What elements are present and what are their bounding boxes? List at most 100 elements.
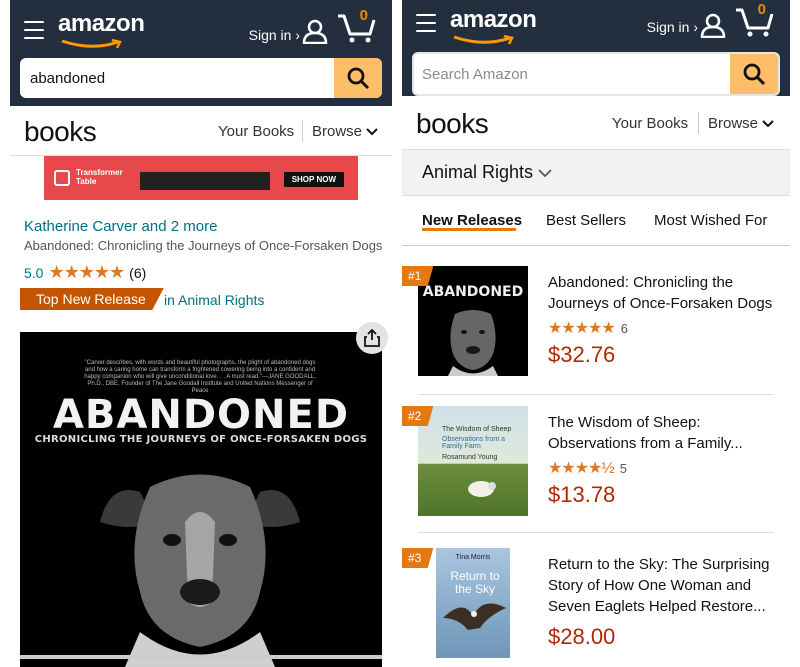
user-icon[interactable] bbox=[700, 12, 726, 38]
book-cover-image[interactable]: "Carver describes, with words and beauti… bbox=[20, 332, 382, 667]
thumb-title: The Wisdom of Sheep bbox=[442, 426, 512, 433]
header: amazon Sign in › 0 Search Amazon bbox=[402, 0, 790, 96]
divider bbox=[698, 112, 699, 134]
right-screen: amazon Sign in › 0 Search Amazon books Y… bbox=[402, 0, 790, 667]
search-button[interactable] bbox=[730, 54, 778, 94]
browse-label: Browse bbox=[312, 123, 363, 140]
chevron-down-icon bbox=[762, 120, 774, 128]
item-title[interactable]: Abandoned: Chronicling the Journeys of O… bbox=[548, 272, 778, 314]
item-price: $13.78 bbox=[548, 482, 616, 507]
review-count: (6) bbox=[129, 264, 147, 281]
browse-dropdown[interactable]: Browse bbox=[708, 115, 774, 132]
rank-badge: #3 bbox=[402, 548, 434, 568]
book-thumbnail[interactable]: ABANDONED bbox=[418, 266, 528, 376]
cover-quote: "Carver describes, with words and beauti… bbox=[84, 360, 316, 394]
active-tab-indicator bbox=[422, 228, 516, 231]
search-input[interactable]: Search Amazon bbox=[422, 66, 528, 83]
logo-text: amazon bbox=[58, 10, 145, 37]
list-tabs: New Releases Best Sellers Most Wished Fo… bbox=[402, 196, 790, 246]
cart-count: 0 bbox=[757, 1, 766, 18]
search-button[interactable] bbox=[334, 58, 382, 98]
tab-most-wished-for[interactable]: Most Wished For bbox=[654, 212, 767, 229]
item-price: $28.00 bbox=[548, 624, 616, 649]
amazon-logo[interactable]: amazon bbox=[58, 10, 145, 49]
search-bar[interactable]: Search Amazon bbox=[412, 52, 780, 96]
divider bbox=[418, 532, 774, 533]
user-icon[interactable] bbox=[302, 18, 328, 44]
list-item[interactable]: #3 Tina Morris Return to the Sky Return … bbox=[402, 548, 790, 667]
search-icon bbox=[743, 63, 766, 86]
divider bbox=[302, 120, 303, 142]
browse-dropdown[interactable]: Browse bbox=[312, 123, 378, 140]
smile-icon bbox=[61, 39, 122, 49]
book-thumbnail[interactable]: Tina Morris Return to the Sky bbox=[436, 548, 510, 658]
tab-new-releases[interactable]: New Releases bbox=[422, 212, 522, 229]
shop-now-button[interactable]: SHOP NOW bbox=[283, 172, 344, 187]
smile-icon bbox=[453, 35, 514, 45]
left-screen: amazon Sign in › 0 abandoned books Your … bbox=[10, 0, 392, 667]
top-new-release-badge: Top New Release bbox=[20, 288, 164, 310]
search-input[interactable]: abandoned bbox=[30, 70, 105, 87]
item-rating[interactable]: ★★★★★ 6 bbox=[548, 318, 628, 338]
book-title: Abandoned: Chronicling the Journeys of O… bbox=[24, 238, 383, 253]
star-rating: ★★★★½ bbox=[548, 460, 615, 477]
thumb-subtitle: Observations from a Family Farm bbox=[442, 436, 506, 450]
rating-row[interactable]: 5.0 ★★★★★ (6) bbox=[24, 262, 146, 283]
review-count: 6 bbox=[620, 320, 628, 336]
share-button[interactable] bbox=[356, 322, 388, 354]
item-title[interactable]: The Wisdom of Sheep: Observations from a… bbox=[548, 412, 778, 454]
cover-title: ABANDONED bbox=[52, 392, 350, 438]
carousel-scrollbar[interactable] bbox=[20, 655, 382, 659]
books-nav: books Your Books Browse bbox=[10, 106, 392, 156]
book-thumbnail[interactable]: The Wisdom of Sheep Observations from a … bbox=[418, 406, 528, 516]
category-name: Animal Rights bbox=[422, 162, 534, 182]
eagle-photo bbox=[443, 603, 506, 630]
ad-banner[interactable]: Transformer Table SHOP NOW bbox=[44, 156, 358, 200]
cart-icon[interactable] bbox=[336, 10, 376, 44]
books-logo[interactable]: books bbox=[416, 108, 489, 140]
your-books-link[interactable]: Your Books bbox=[612, 115, 688, 132]
chevron-down-icon bbox=[538, 169, 552, 178]
sheep-photo bbox=[468, 481, 496, 497]
author-link[interactable]: Katherine Carver and 2 more bbox=[24, 218, 217, 235]
table-image bbox=[140, 172, 270, 190]
list-item[interactable]: #1 ABANDONED Abandoned: Chronicling the … bbox=[402, 266, 790, 406]
header: amazon Sign in › 0 abandoned bbox=[10, 0, 392, 106]
signin-link[interactable]: Sign in › bbox=[249, 27, 300, 43]
menu-icon[interactable] bbox=[24, 21, 44, 39]
category-selector[interactable]: Animal Rights bbox=[402, 150, 790, 196]
rating-value: 5.0 bbox=[24, 264, 44, 281]
your-books-link[interactable]: Your Books bbox=[218, 123, 294, 140]
logo-text: amazon bbox=[450, 6, 537, 33]
amazon-logo[interactable]: amazon bbox=[450, 6, 537, 45]
review-count: 5 bbox=[619, 460, 627, 476]
cover-subtitle: CHRONICLING THE JOURNEYS OF ONCE-FORSAKE… bbox=[34, 434, 368, 445]
browse-label: Browse bbox=[708, 115, 759, 132]
cart-count: 0 bbox=[359, 7, 368, 24]
dog-photo bbox=[448, 310, 498, 376]
chevron-down-icon bbox=[366, 128, 378, 136]
books-nav: books Your Books Browse bbox=[402, 96, 790, 150]
dog-photo bbox=[100, 474, 300, 667]
badge-category-link[interactable]: in Animal Rights bbox=[164, 292, 264, 308]
search-bar[interactable]: abandoned bbox=[20, 58, 382, 98]
thumb-title: ABANDONED bbox=[422, 284, 524, 300]
ad-brand: Transformer Table bbox=[76, 168, 123, 186]
share-icon bbox=[364, 329, 380, 347]
search-icon bbox=[347, 67, 370, 90]
item-price: $32.76 bbox=[548, 342, 616, 367]
star-rating: ★★★★★ bbox=[48, 262, 125, 282]
brand-logo-icon bbox=[54, 170, 70, 186]
category-label: Animal Rights bbox=[422, 162, 552, 183]
star-rating: ★★★★★ bbox=[548, 320, 616, 337]
books-logo[interactable]: books bbox=[24, 116, 97, 148]
signin-link[interactable]: Sign in › bbox=[647, 19, 698, 35]
tab-best-sellers[interactable]: Best Sellers bbox=[546, 212, 626, 229]
cart-icon[interactable] bbox=[734, 4, 774, 38]
list-item[interactable]: #2 The Wisdom of Sheep Observations from… bbox=[402, 406, 790, 546]
divider bbox=[418, 394, 774, 395]
item-rating[interactable]: ★★★★½ 5 bbox=[548, 458, 627, 478]
thumb-author: Tina Morris bbox=[455, 554, 491, 561]
item-title[interactable]: Return to the Sky: The Surprising Story … bbox=[548, 554, 778, 617]
menu-icon[interactable] bbox=[416, 14, 436, 32]
